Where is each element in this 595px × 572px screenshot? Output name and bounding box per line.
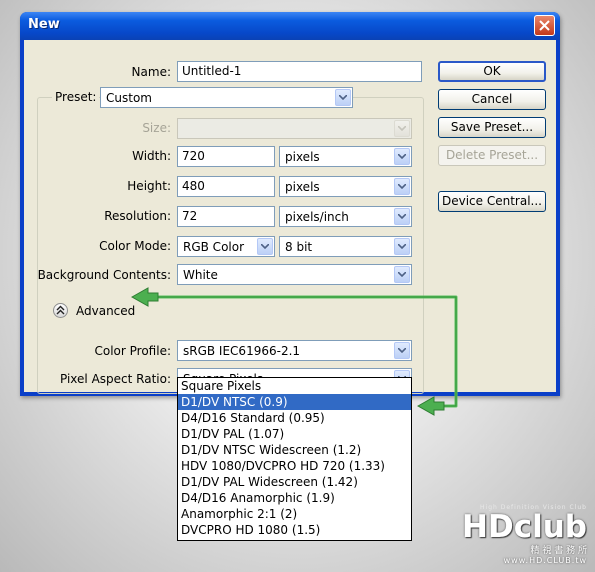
annotation-overlay: [130, 287, 458, 416]
watermark: High Definition Vision Club HDclub 精 視 書…: [462, 504, 587, 565]
watermark-logo: HDclub: [462, 509, 587, 545]
green-arrow-advanced: [130, 287, 159, 307]
watermark-url: www.HD.CLUB.tw: [503, 556, 587, 565]
annotation-connector-line: [152, 295, 458, 408]
annotation-connector-inner: [152, 296, 457, 407]
green-arrow-option: [416, 396, 445, 416]
